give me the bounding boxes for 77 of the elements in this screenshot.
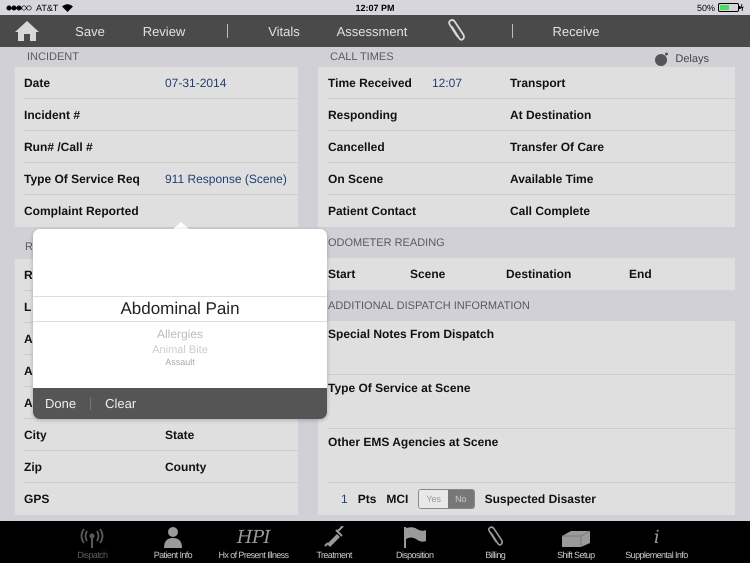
picker-option[interactable]: Abdominal Pain [33,296,327,322]
field-value[interactable]: 07-31-2014 [165,76,226,90]
field-label: Type Of Service Req [24,172,140,186]
section-header: CALL TIMES [329,50,394,65]
field-label: Transport [510,76,566,90]
field-label: Time Received [328,76,412,90]
field-label: A [24,396,33,410]
paperclip-icon[interactable] [486,526,504,548]
field-label: Scene [410,267,446,281]
section-header: ODOMETER READING [328,236,445,248]
field-label: Responding [328,108,398,122]
field-label: GPS [24,492,50,506]
tab-bar-item[interactable]: Treatment [294,521,374,563]
wifi-icon [62,4,74,12]
box-icon [560,528,591,548]
field-label: Zip [24,460,42,474]
field-label: A [24,364,33,378]
picker-action-button[interactable]: Clear [103,394,138,413]
field-value[interactable]: 12:07 [432,76,462,90]
field-label: Start [328,267,356,281]
clock-time: 12:07 PM [355,2,395,12]
picker-action-button[interactable]: Done [43,394,78,413]
field-label: County [165,460,206,474]
tab-bar-item[interactable]: Patient Info [132,521,214,563]
field-label: End [629,267,652,281]
delays-label: Delays [675,52,709,64]
field-label: Cancelled [328,140,385,154]
field-label: L [24,300,32,314]
field-label: Type Of Service at Scene [328,381,471,395]
field-label: Pts [358,492,376,506]
tab-bar-item[interactable]: i Supplemental Info [616,521,697,563]
field-label: R [24,268,33,282]
battery-percent: 50% [696,2,715,12]
toolbar-button[interactable]: Assessment [332,22,412,40]
field-label: Transfer Of Care [510,140,604,154]
battery-icon [718,3,744,12]
section-header: INCIDENT [26,50,80,65]
field-label: At Destination [510,108,592,122]
section-header: ADDITIONAL DISPATCH INFORMATION [328,300,530,312]
field-label: Date [24,76,50,90]
toolbar-button[interactable]: Receive [548,22,604,40]
antenna-icon [80,528,104,548]
tab-bar-item[interactable]: Shift Setup [536,521,616,563]
tab-bar-item[interactable]: Disposition [374,521,455,563]
person-icon [162,526,183,548]
home-icon[interactable] [14,20,40,42]
patient-count[interactable]: 1 [341,492,348,506]
toggle-dot-icon[interactable] [654,52,670,66]
field-label: City [24,428,47,442]
field-label: A [24,332,33,346]
field-label: State [165,428,194,442]
field-label: Special Notes From Dispatch [328,327,494,341]
tab-bar-item[interactable]: HPI Hx of Present Illness [213,521,294,563]
field-label: Patient Contact [328,204,416,218]
field-label: Incident # [24,108,80,122]
field-label: Call Complete [510,204,590,218]
hpi-icon: i [654,528,660,548]
field-label: Available Time [510,172,594,186]
carrier-name: AT&T [36,2,58,12]
toolbar-button[interactable]: Vitals [264,22,304,40]
field-label: Destination [506,267,572,281]
section-header: R [25,241,33,253]
field-label: Other EMS Agencies at Scene [328,435,498,449]
toolbar-button[interactable]: Review [138,22,190,40]
toolbar-button[interactable]: Save [71,22,109,40]
signal-icon [6,4,32,10]
paperclip-icon[interactable] [446,19,466,43]
field-label: Complaint Reported [24,204,139,218]
field-value[interactable]: 911 Response (Scene) [165,172,287,186]
field-label: Suspected Disaster [484,492,596,506]
field-label: MCI [386,492,408,506]
hpi-icon: HPI [236,528,270,548]
field-label: On Scene [328,172,384,186]
tab-bar-item[interactable]: Billing [454,521,536,563]
field-label: Run# /Call # [24,140,93,154]
syringe-icon [323,526,346,548]
flag-icon [402,526,427,548]
